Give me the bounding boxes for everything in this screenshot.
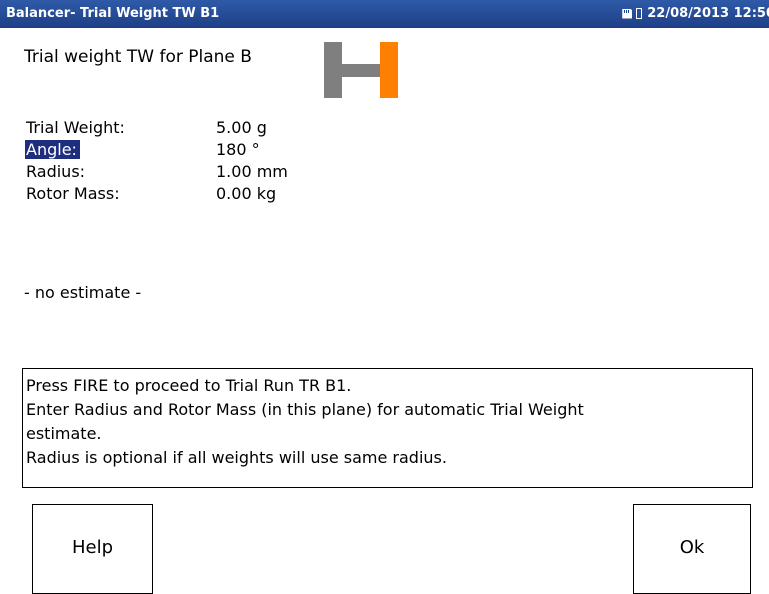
rotor-plane-icon: [324, 42, 400, 98]
date-time: 22/08/2013 12:50: [647, 6, 769, 21]
battery-icon: [636, 8, 643, 19]
memory-card-icon: [622, 8, 633, 19]
message-box: Press FIRE to proceed to Trial Run TR B1…: [22, 368, 753, 488]
param-label: Radius:: [26, 162, 86, 181]
param-label: Rotor Mass:: [26, 184, 120, 203]
estimate-text: - no estimate -: [24, 283, 142, 302]
help-button-label: Help: [71, 537, 114, 558]
plane-b-marker: [380, 42, 398, 98]
page-title: Trial weight TW for Plane B: [24, 47, 252, 67]
title-bar: Balancer- Trial Weight TW B1 22/08/2013 …: [0, 0, 769, 28]
plane-a-marker: [324, 42, 342, 98]
message-line: Press FIRE to proceed to Trial Run TR B1…: [26, 376, 352, 395]
param-label: Trial Weight:: [26, 118, 125, 137]
param-value: 1.00 mm: [216, 162, 288, 181]
message-line: estimate.: [26, 424, 102, 443]
message-line: Enter Radius and Rotor Mass (in this pla…: [26, 400, 584, 419]
param-label-selected: Angle:: [25, 140, 80, 159]
rotor-shaft: [342, 64, 380, 77]
window-title: Balancer- Trial Weight TW B1: [6, 6, 220, 21]
param-value: 5.00 g: [216, 118, 267, 137]
status-area: 22/08/2013 12:50: [622, 6, 769, 21]
param-value: 0.00 kg: [216, 184, 277, 203]
message-line: Radius is optional if all weights will u…: [26, 448, 447, 467]
ok-button-label: Ok: [679, 537, 705, 558]
param-value: 180 °: [216, 140, 260, 159]
